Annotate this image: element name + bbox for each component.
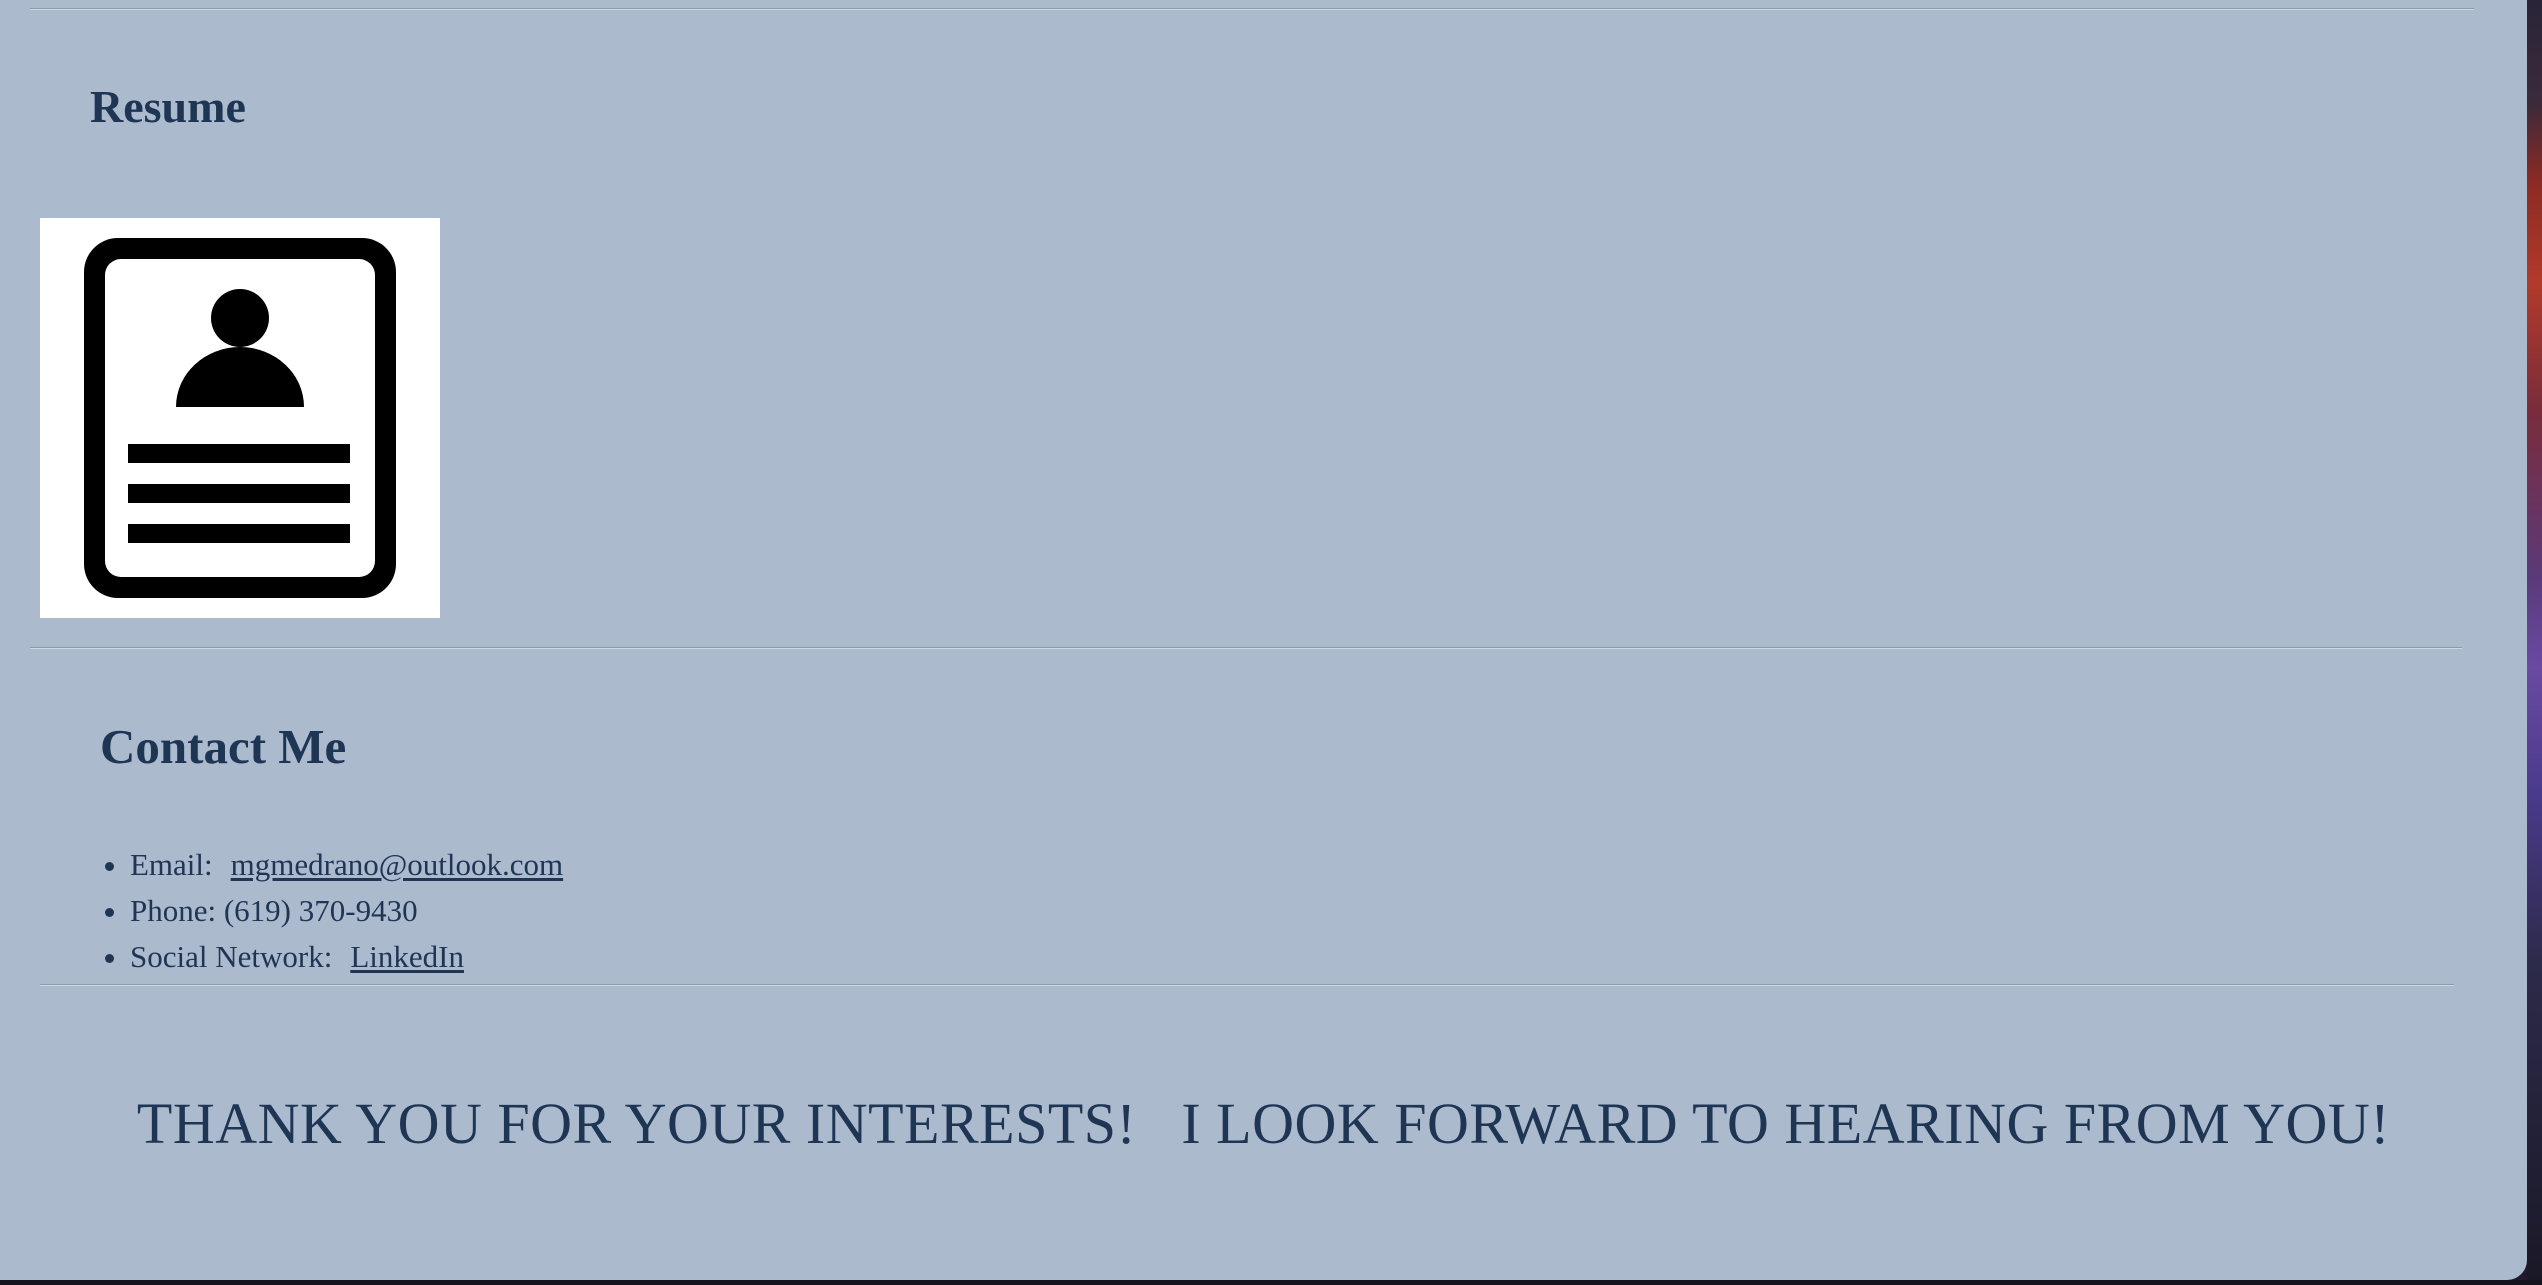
contact-heading: Contact Me xyxy=(100,719,347,774)
linkedin-link[interactable]: LinkedIn xyxy=(350,939,464,974)
email-label: Email: xyxy=(130,847,213,882)
desktop-background-bottom xyxy=(0,1280,2542,1285)
email-link[interactable]: mgmedrano@outlook.com xyxy=(231,847,563,882)
contact-phone-item: Phone: (619) 370-9430 xyxy=(130,888,563,934)
browser-page: Resume Contact Me Email: mgmedrano@outloo… xyxy=(0,0,2527,1280)
social-label: Social Network: xyxy=(130,939,333,974)
contact-list: Email: mgmedrano@outlook.com Phone: (619)… xyxy=(68,842,563,980)
resume-heading: Resume xyxy=(90,81,246,132)
thank-you-message: THANK YOU FOR YOUR INTERESTS! I LOOK FOR… xyxy=(136,1091,2391,1156)
resume-image[interactable] xyxy=(40,218,440,618)
desktop-background-edge xyxy=(2527,0,2542,1285)
contact-social-item: Social Network: LinkedIn xyxy=(130,934,563,980)
divider-middle xyxy=(30,647,2462,649)
contact-email-item: Email: mgmedrano@outlook.com xyxy=(130,842,563,888)
divider-bottom xyxy=(40,984,2454,986)
divider-top xyxy=(30,8,2474,10)
resume-document-icon xyxy=(84,238,396,598)
phone-text: Phone: (619) 370-9430 xyxy=(130,893,418,928)
